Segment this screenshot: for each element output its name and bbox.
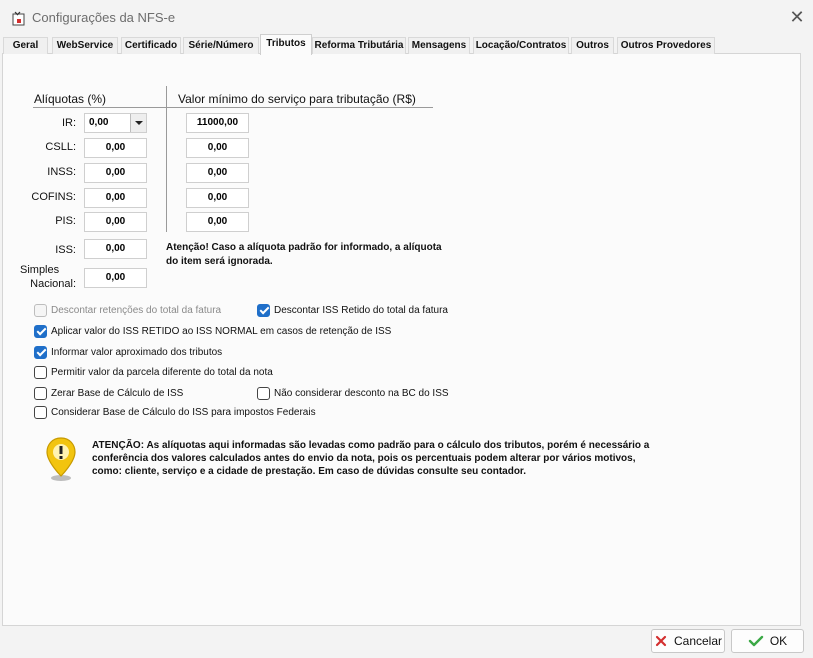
- permitir-parcela-checkbox[interactable]: [34, 365, 47, 379]
- app-icon: [12, 11, 25, 26]
- descontar-iss-retido-checkbox[interactable]: [257, 303, 270, 317]
- considerar-base-federais-checkbox[interactable]: [34, 405, 47, 419]
- descontar-iss-retido-option[interactable]: Descontar ISS Retido do total da fatura: [257, 303, 448, 317]
- iss-label: ISS:: [55, 244, 76, 256]
- iss-note-line2: do item será ignorada.: [166, 256, 273, 267]
- nao-considerar-desconto-label: Não considerar desconto na BC do ISS: [274, 387, 449, 399]
- considerar-base-federais-option[interactable]: Considerar Base de Cálculo do ISS para i…: [34, 405, 316, 419]
- zerar-base-option[interactable]: Zerar Base de Cálculo de ISS: [34, 386, 183, 400]
- pis-min-input[interactable]: 0,00: [186, 212, 249, 232]
- min-value-heading: Valor mínimo do serviço para tributação …: [178, 92, 416, 106]
- ir-select-value: 0,00: [89, 117, 109, 128]
- descontar-retencoes-checkbox: [34, 303, 47, 317]
- tab-certificado[interactable]: Certificado: [121, 37, 181, 54]
- iss-note-line1: Atenção! Caso a alíquota padrão for info…: [166, 242, 442, 253]
- cofins-input[interactable]: 0,00: [84, 188, 147, 208]
- aliquotas-heading: Alíquotas (%): [34, 92, 107, 106]
- simples-input[interactable]: 0,00: [84, 268, 147, 288]
- tab-reforma-tributaria[interactable]: Reforma Tributária: [312, 37, 406, 54]
- inss-input[interactable]: 0,00: [84, 163, 147, 183]
- tab-tributos[interactable]: Tributos: [260, 34, 312, 55]
- nao-considerar-desconto-checkbox[interactable]: [257, 386, 270, 400]
- descontar-retencoes-label: Descontar retenções do total da fatura: [51, 304, 222, 316]
- permitir-parcela-option[interactable]: Permitir valor da parcela diferente do t…: [34, 365, 273, 379]
- warning-line3: como: cliente, serviço e a cidade de pre…: [92, 466, 527, 477]
- iss-input[interactable]: 0,00: [84, 239, 147, 259]
- ok-check-icon: [748, 635, 764, 647]
- aplicar-iss-retido-label: Aplicar valor do ISS RETIDO ao ISS NORMA…: [51, 325, 392, 337]
- warning-pin-icon: [46, 437, 76, 481]
- ok-button[interactable]: OK: [731, 629, 804, 653]
- tab-outros[interactable]: Outros: [571, 37, 614, 54]
- cancel-label: Cancelar: [673, 634, 723, 648]
- cofins-min-input[interactable]: 0,00: [186, 188, 249, 208]
- simples-label-line2: Nacional:: [30, 278, 76, 290]
- cancel-x-icon: [655, 635, 667, 647]
- tab-serie-numero[interactable]: Série/Número: [183, 37, 259, 54]
- tab-locacao-contratos[interactable]: Locação/Contratos: [473, 37, 569, 54]
- simples-label-line1: Simples: [20, 264, 60, 276]
- zerar-base-checkbox[interactable]: [34, 386, 47, 400]
- aplicar-iss-retido-checkbox[interactable]: [34, 324, 47, 338]
- ir-label: IR:: [61, 117, 76, 129]
- column-divider: [166, 86, 167, 232]
- tab-webservice[interactable]: WebService: [52, 37, 118, 54]
- considerar-base-federais-label: Considerar Base de Cálculo do ISS para i…: [51, 406, 316, 418]
- informar-aproximado-label: Informar valor aproximado dos tributos: [51, 346, 223, 358]
- close-button[interactable]: ✕: [783, 4, 811, 30]
- pis-input[interactable]: 0,00: [84, 212, 147, 232]
- aplicar-iss-retido-option[interactable]: Aplicar valor do ISS RETIDO ao ISS NORMA…: [34, 324, 391, 338]
- ir-min-input[interactable]: 11000,00: [186, 113, 249, 133]
- tab-mensagens[interactable]: Mensagens: [408, 37, 470, 54]
- informar-aproximado-checkbox[interactable]: [34, 345, 47, 359]
- tab-geral[interactable]: Geral: [3, 37, 48, 54]
- nao-considerar-desconto-option[interactable]: Não considerar desconto na BC do ISS: [257, 386, 449, 400]
- zerar-base-label: Zerar Base de Cálculo de ISS: [51, 387, 184, 399]
- heading-divider: [33, 107, 433, 108]
- warning-line2: conferência dos valores calculados antes…: [92, 453, 636, 464]
- pis-label: PIS:: [55, 215, 76, 227]
- csll-label: CSLL:: [45, 141, 76, 153]
- cofins-label: COFINS:: [31, 191, 76, 203]
- cancel-button[interactable]: Cancelar: [651, 629, 725, 653]
- tab-outros-provedores[interactable]: Outros Provedores: [617, 37, 715, 54]
- inss-min-input[interactable]: 0,00: [186, 163, 249, 183]
- ok-label: OK: [769, 634, 788, 648]
- csll-min-input[interactable]: 0,00: [186, 138, 249, 158]
- warning-line1: ATENÇÃO: As alíquotas aqui informadas sã…: [92, 440, 650, 451]
- window-title: Configurações da NFS-e: [32, 10, 176, 25]
- informar-aproximado-option[interactable]: Informar valor aproximado dos tributos: [34, 345, 222, 359]
- chevron-down-icon[interactable]: [130, 114, 146, 132]
- descontar-iss-retido-label: Descontar ISS Retido do total da fatura: [274, 304, 448, 316]
- descontar-retencoes-option: Descontar retenções do total da fatura: [34, 303, 221, 317]
- permitir-parcela-label: Permitir valor da parcela diferente do t…: [51, 366, 273, 378]
- csll-input[interactable]: 0,00: [84, 138, 147, 158]
- inss-label: INSS:: [47, 166, 76, 178]
- ir-select[interactable]: 0,00: [84, 113, 147, 133]
